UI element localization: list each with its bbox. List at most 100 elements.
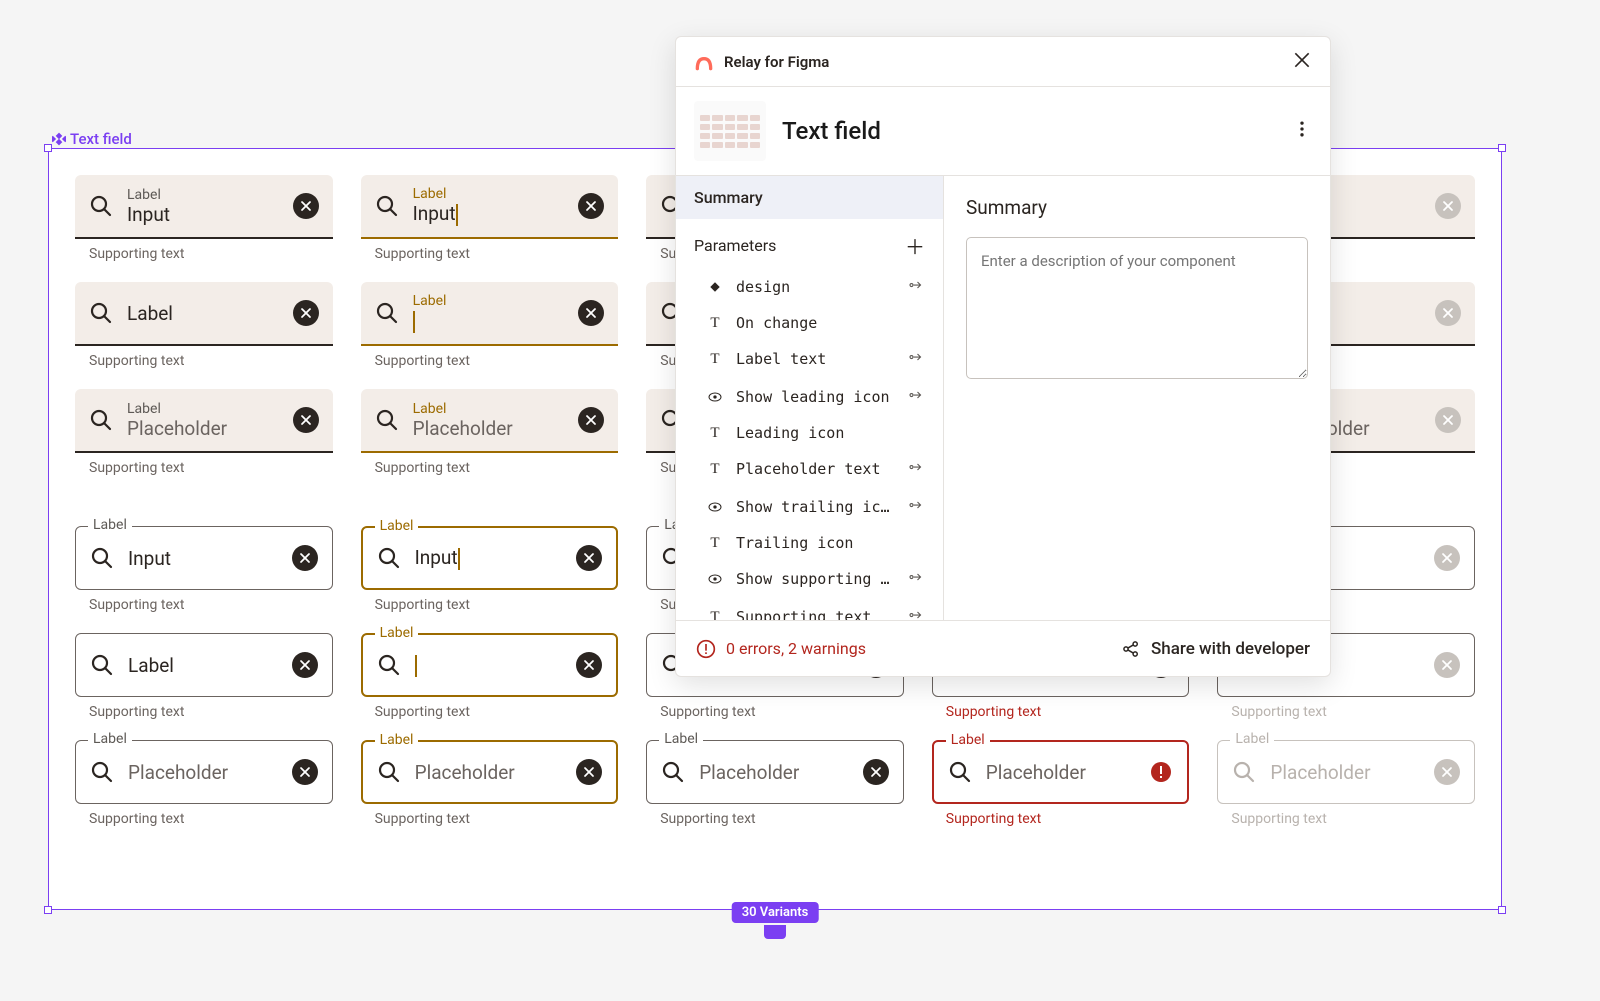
resize-handle[interactable] xyxy=(1498,144,1506,152)
supporting-text: Supporting text xyxy=(375,811,619,827)
param-action-icon xyxy=(907,568,925,590)
search-icon xyxy=(90,653,114,677)
variant[interactable]: LabelPlaceholderSupporting text xyxy=(75,389,333,476)
search-icon xyxy=(90,760,114,784)
placeholder: Placeholder xyxy=(699,761,849,784)
parameter-item[interactable]: TSupporting text xyxy=(676,598,943,620)
variants-tab[interactable] xyxy=(764,925,786,939)
variant[interactable]: LabelPlaceholderSupporting text xyxy=(361,740,619,827)
search-icon xyxy=(948,760,972,784)
search-icon xyxy=(377,653,401,677)
placeholder: Placeholder xyxy=(413,417,565,440)
add-parameter-button[interactable]: ＋ xyxy=(905,231,925,260)
status-text[interactable]: 0 errors, 2 warnings xyxy=(696,639,866,659)
parameter-item[interactable]: Show leading icon xyxy=(676,378,943,416)
variant[interactable]: LabelSupporting text xyxy=(361,282,619,369)
placeholder: Placeholder xyxy=(415,761,563,784)
variants-badge: 30 Variants xyxy=(732,902,819,923)
frame-label[interactable]: Text field xyxy=(52,130,132,148)
param-type-icon xyxy=(706,389,724,405)
share-button[interactable]: Share with developer xyxy=(1121,639,1310,659)
sidebar: Summary Parameters ＋ designTOn changeTLa… xyxy=(676,176,944,620)
param-action-icon xyxy=(907,458,925,480)
sidebar-item-summary[interactable]: Summary xyxy=(676,176,943,219)
more-button[interactable] xyxy=(1292,119,1312,143)
parameter-item[interactable]: TTrailing icon xyxy=(676,526,943,560)
supporting-text: Supporting text xyxy=(375,597,619,613)
variant[interactable]: LabelInputSupporting text xyxy=(75,175,333,262)
label: Label xyxy=(413,401,565,417)
search-icon xyxy=(375,301,399,325)
resize-handle[interactable] xyxy=(44,144,52,152)
error-icon xyxy=(1149,760,1173,784)
param-action-icon xyxy=(907,606,925,620)
param-name: Supporting text xyxy=(736,608,895,620)
parameter-item[interactable]: TPlaceholder text xyxy=(676,450,943,488)
clear-icon xyxy=(863,759,889,785)
description-input[interactable] xyxy=(966,237,1308,379)
search-icon xyxy=(661,760,685,784)
variant[interactable]: LabelSupporting text xyxy=(361,633,619,720)
variant[interactable]: LabelPlaceholderSupporting text xyxy=(932,740,1190,827)
variant[interactable]: LabelPlaceholderSupporting text xyxy=(75,740,333,827)
search-icon xyxy=(90,546,114,570)
clear-icon xyxy=(578,407,604,433)
input-value: Input xyxy=(415,546,563,570)
search-icon xyxy=(89,194,113,218)
param-name: Label text xyxy=(736,350,895,368)
variant[interactable]: LabelPlaceholderSupporting text xyxy=(646,740,904,827)
variant[interactable]: LabelInputSupporting text xyxy=(361,526,619,613)
supporting-text: Supporting text xyxy=(660,811,904,827)
placeholder: Placeholder xyxy=(1270,761,1420,784)
supporting-text: Supporting text xyxy=(89,460,333,476)
placeholder: Placeholder xyxy=(128,761,278,784)
content-pane: Summary xyxy=(944,176,1330,620)
parameter-item[interactable]: TOn change xyxy=(676,306,943,340)
search-icon xyxy=(89,408,113,432)
supporting-text: Supporting text xyxy=(89,704,333,720)
panel-title: Relay for Figma xyxy=(724,53,1292,71)
component-name: Text field xyxy=(782,117,1276,145)
parameter-item[interactable]: Show supporting t… xyxy=(676,560,943,598)
variant[interactable]: LabelSupporting text xyxy=(75,282,333,369)
clear-icon xyxy=(578,300,604,326)
variant[interactable]: LabelInputSupporting text xyxy=(361,175,619,262)
supporting-text: Supporting text xyxy=(375,353,619,369)
supporting-text: Supporting text xyxy=(375,704,619,720)
label: Label xyxy=(375,518,419,534)
search-icon xyxy=(377,546,401,570)
placeholder: Placeholder xyxy=(127,417,279,440)
search-icon xyxy=(375,194,399,218)
parameter-item[interactable]: design xyxy=(676,268,943,306)
supporting-text: Supporting text xyxy=(660,704,904,720)
variant[interactable]: LabelPlaceholderSupporting text xyxy=(361,389,619,476)
parameter-item[interactable]: TLeading icon xyxy=(676,416,943,450)
clear-icon xyxy=(293,300,319,326)
label: Label xyxy=(375,625,419,641)
param-type-icon: T xyxy=(706,315,724,332)
param-action-icon xyxy=(907,276,925,298)
label: Label xyxy=(413,186,565,202)
supporting-text: Supporting text xyxy=(1231,811,1475,827)
variant[interactable]: LabelSupporting text xyxy=(75,633,333,720)
supporting-text: Supporting text xyxy=(89,246,333,262)
close-button[interactable] xyxy=(1292,50,1312,74)
variant[interactable]: LabelPlaceholderSupporting text xyxy=(1217,740,1475,827)
clear-icon xyxy=(293,407,319,433)
variant[interactable]: LabelInputSupporting text xyxy=(75,526,333,613)
label: Label xyxy=(127,302,279,325)
input-value: Input xyxy=(413,202,565,226)
resize-handle[interactable] xyxy=(1498,906,1506,914)
clear-icon xyxy=(1435,300,1461,326)
clear-icon xyxy=(576,545,602,571)
parameter-item[interactable]: Show trailing icon xyxy=(676,488,943,526)
label: Label xyxy=(946,732,990,748)
label: Label xyxy=(127,187,279,203)
clear-icon xyxy=(1434,759,1460,785)
resize-handle[interactable] xyxy=(44,906,52,914)
parameter-item[interactable]: TLabel text xyxy=(676,340,943,378)
label: Label xyxy=(375,732,419,748)
component-thumbnail xyxy=(694,101,766,161)
content-heading: Summary xyxy=(966,196,1308,219)
input-value xyxy=(413,309,565,333)
